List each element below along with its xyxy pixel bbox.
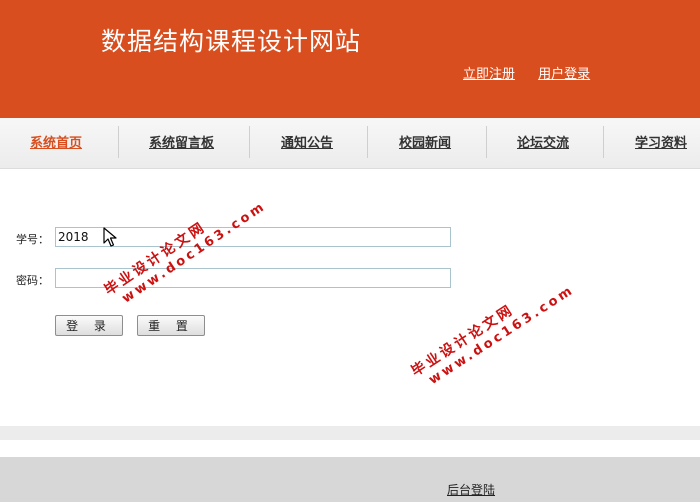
admin-login-link[interactable]: 后台登陆 [447, 481, 495, 498]
nav-item-message-board[interactable]: 系统留言板 [149, 132, 214, 151]
main-nav: 系统首页 系统留言板 通知公告 校园新闻 论坛交流 学习资料 [0, 118, 700, 169]
watermark-line2: www.doc163.com [426, 282, 578, 388]
watermark: 毕业设计论文网 www.doc163.com [100, 182, 269, 312]
password-input[interactable] [55, 268, 451, 288]
register-link[interactable]: 立即注册 [463, 67, 515, 82]
nav-divider [486, 126, 487, 158]
site-footer: 后台登陆 [0, 457, 700, 502]
nav-divider [118, 126, 119, 158]
nav-item-study-materials[interactable]: 学习资料 [635, 132, 687, 151]
content-bottom-bar [0, 426, 700, 440]
nav-item-home[interactable]: 系统首页 [30, 132, 82, 151]
nav-item-forum[interactable]: 论坛交流 [517, 132, 569, 151]
password-label: 密码： [16, 274, 49, 287]
site-header: 数据结构课程设计网站 立即注册 用户登录 [0, 0, 700, 118]
nav-item-notices[interactable]: 通知公告 [281, 132, 333, 151]
header-links: 立即注册 用户登录 [463, 63, 608, 82]
nav-divider [249, 126, 250, 158]
watermark-line2: www.doc163.com [119, 198, 270, 307]
user-login-link[interactable]: 用户登录 [538, 67, 590, 82]
nav-divider [603, 126, 604, 158]
login-button[interactable]: 登 录 [55, 315, 123, 336]
student-id-label: 学号： [16, 233, 49, 246]
reset-button[interactable]: 重 置 [137, 315, 205, 336]
site-title: 数据结构课程设计网站 [101, 27, 362, 56]
nav-item-campus-news[interactable]: 校园新闻 [399, 132, 451, 151]
mouse-cursor-icon [103, 227, 117, 247]
nav-divider [367, 126, 368, 158]
